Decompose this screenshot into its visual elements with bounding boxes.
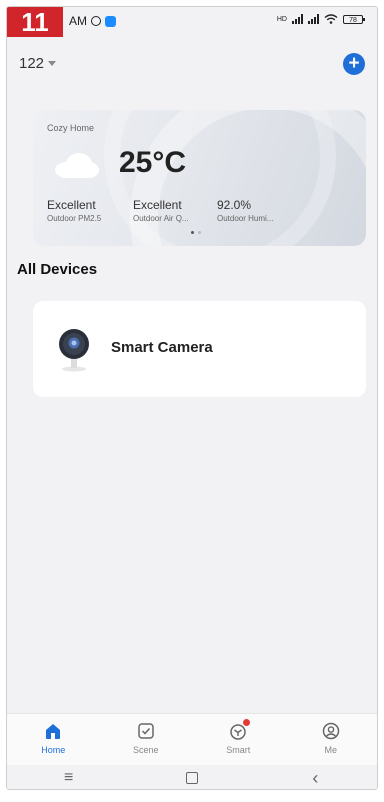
phone-screen: 11 AM HD 78 122 + Cozy Home 25°C Excelle… bbox=[6, 6, 378, 790]
device-card-smart-camera[interactable]: Smart Camera bbox=[33, 301, 366, 397]
metric-label: Outdoor PM2.5 bbox=[47, 214, 102, 223]
add-device-button[interactable]: + bbox=[343, 53, 365, 75]
camera-icon bbox=[59, 329, 89, 372]
tab-label: Scene bbox=[132, 745, 159, 755]
bottom-tab-bar: Home Scene Smart Me bbox=[7, 713, 377, 766]
tab-label: Smart bbox=[226, 745, 251, 755]
scene-icon bbox=[138, 723, 154, 739]
home-selector[interactable]: 122 bbox=[19, 55, 57, 72]
back-icon: ‹ bbox=[312, 767, 319, 788]
square-icon bbox=[185, 772, 198, 784]
home-name-label: 122 bbox=[19, 55, 45, 72]
tab-home[interactable]: Home bbox=[7, 714, 100, 766]
metric-pm25: Excellent Outdoor PM2.5 bbox=[47, 198, 101, 223]
battery-icon: 78 bbox=[343, 14, 365, 24]
signal-icon bbox=[292, 14, 303, 24]
wifi-icon bbox=[324, 14, 338, 24]
system-navigation-bar: ≡ ‹ bbox=[7, 765, 377, 789]
carousel-pager bbox=[191, 231, 201, 234]
home-header: 122 + bbox=[19, 53, 365, 75]
metric-air-quality: Excellent Outdoor Air Q... bbox=[133, 198, 189, 223]
tab-label: Home bbox=[41, 745, 66, 755]
home-nav-button[interactable] bbox=[172, 768, 212, 788]
cloud-icon bbox=[55, 153, 99, 178]
menu-nav-button[interactable]: ≡ bbox=[49, 768, 89, 788]
all-devices-heading: All Devices bbox=[17, 261, 98, 278]
metric-value: Excellent bbox=[47, 198, 96, 212]
step-number-badge: 11 bbox=[7, 7, 63, 37]
pager-dot-active bbox=[191, 231, 194, 234]
tab-scene[interactable]: Scene bbox=[100, 714, 193, 766]
menu-icon: ≡ bbox=[63, 769, 74, 786]
status-right: HD 78 bbox=[276, 14, 365, 24]
metric-label: Outdoor Air Q... bbox=[133, 214, 189, 223]
back-nav-button[interactable]: ‹ bbox=[295, 768, 335, 788]
weather-card-title: Cozy Home bbox=[47, 123, 95, 133]
profile-icon bbox=[322, 722, 339, 740]
network-type-label: HD bbox=[276, 15, 287, 23]
device-name: Smart Camera bbox=[111, 339, 213, 356]
metric-label: Outdoor Humi... bbox=[217, 214, 274, 223]
app-notification-icon bbox=[105, 15, 116, 27]
status-time: AM bbox=[69, 14, 87, 28]
chevron-down-icon bbox=[48, 61, 57, 66]
home-icon bbox=[46, 724, 61, 739]
tab-label: Me bbox=[324, 745, 337, 755]
metric-value: 92.0% bbox=[217, 198, 252, 212]
status-left: AM bbox=[69, 14, 116, 28]
notification-dot bbox=[243, 719, 251, 726]
metric-value: Excellent bbox=[133, 198, 182, 212]
signal-icon-secondary bbox=[308, 14, 319, 24]
temperature-value: 25°C bbox=[119, 146, 187, 179]
alarm-icon bbox=[91, 16, 101, 26]
tab-me[interactable]: Me bbox=[285, 714, 378, 766]
tab-smart[interactable]: Smart bbox=[192, 714, 285, 766]
pager-dot bbox=[198, 231, 201, 234]
weather-card[interactable]: Cozy Home 25°C Excellent Outdoor PM2.5 E… bbox=[33, 110, 366, 246]
metric-humidity: 92.0% Outdoor Humi... bbox=[217, 198, 273, 223]
